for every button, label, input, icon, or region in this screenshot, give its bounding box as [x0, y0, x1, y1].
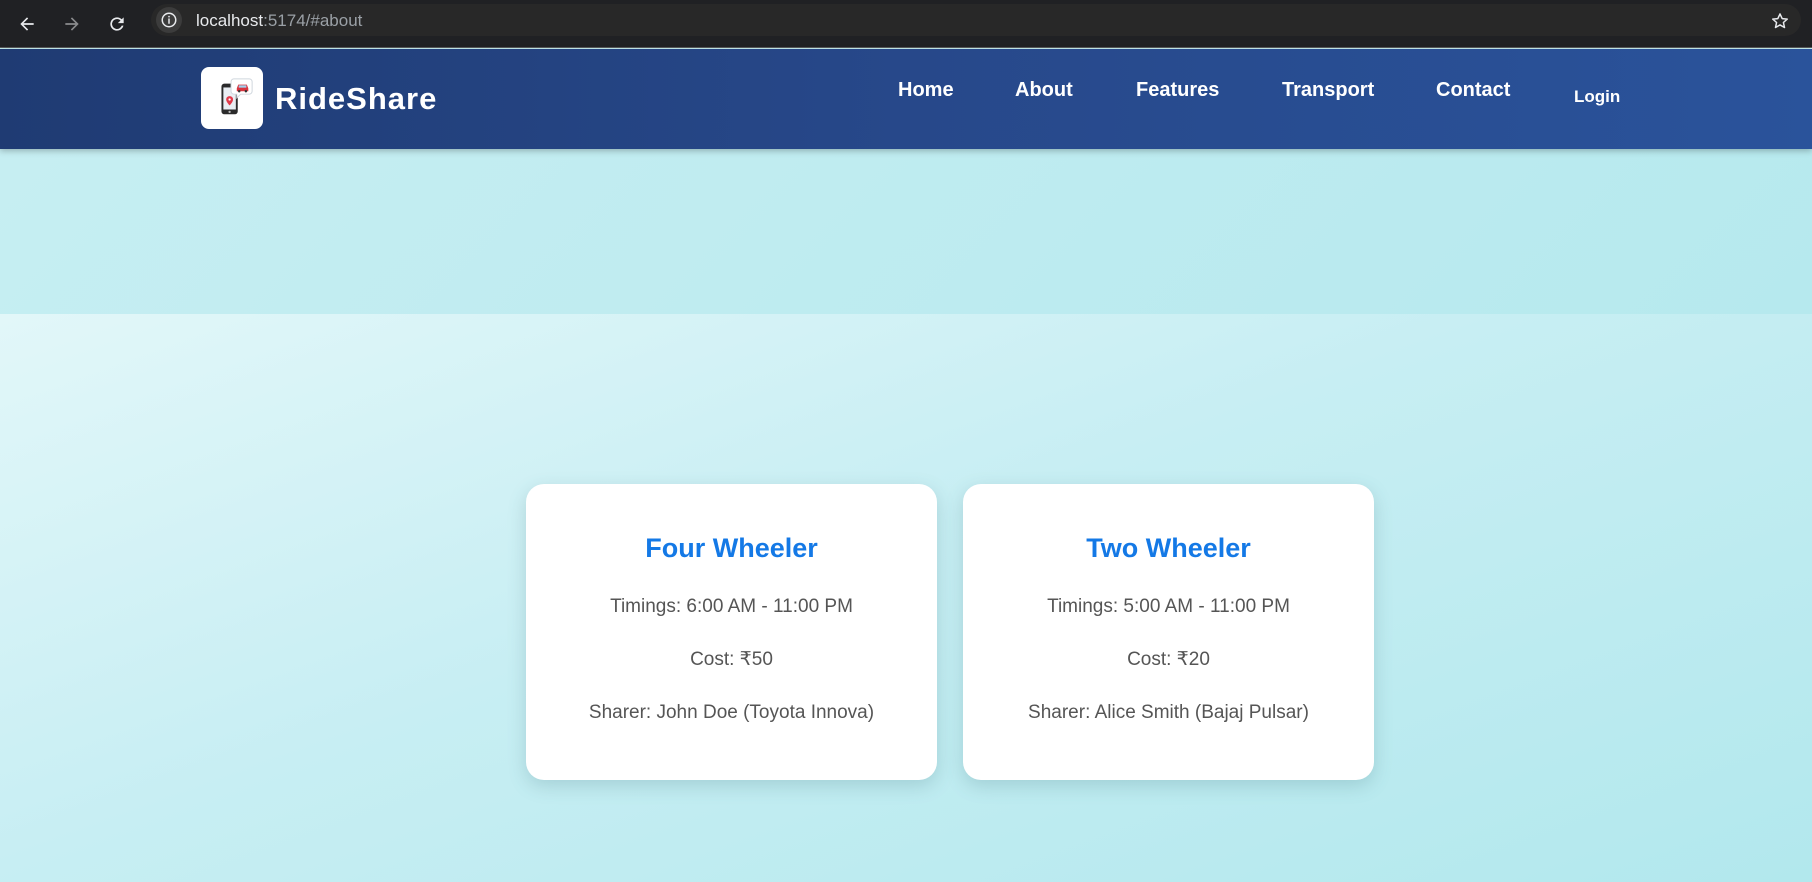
phone-car-location-icon	[221, 78, 253, 115]
url-path: :5174/#about	[263, 11, 363, 30]
brand-name[interactable]: RideShare	[275, 81, 437, 117]
back-button[interactable]	[11, 8, 43, 40]
transport-card-four-wheeler: Four Wheeler Timings: 6:00 AM - 11:00 PM…	[526, 484, 937, 780]
arrow-left-icon	[20, 17, 34, 31]
card-timings: Timings: 5:00 AM - 11:00 PM	[1047, 596, 1290, 617]
nav-contact[interactable]: Contact	[1436, 78, 1510, 102]
nav-transport[interactable]: Transport	[1282, 78, 1374, 102]
card-sharer: Sharer: Alice Smith (Bajaj Pulsar)	[1028, 702, 1309, 723]
card-sharer: Sharer: John Doe (Toyota Innova)	[588, 702, 875, 723]
nav-home[interactable]: Home	[898, 78, 954, 102]
bookmark-button[interactable]	[1769, 10, 1791, 32]
star-icon	[1772, 13, 1788, 29]
card-cost: Cost: ₹50	[690, 649, 773, 670]
browser-toolbar: localhost:5174/#about	[0, 0, 1812, 48]
card-title: Two Wheeler	[1086, 533, 1251, 563]
reload-button[interactable]	[101, 8, 133, 40]
login-link[interactable]: Login	[1574, 87, 1620, 107]
nav-about[interactable]: About	[1015, 78, 1073, 102]
logo[interactable]	[201, 67, 263, 129]
site-info-button[interactable]	[156, 7, 182, 33]
url-text[interactable]: localhost:5174/#about	[196, 11, 362, 31]
site-header: RideShare Home About Features Transport …	[0, 49, 1812, 149]
card-title: Four Wheeler	[645, 533, 818, 563]
address-bar[interactable]: localhost:5174/#about	[151, 4, 1801, 36]
url-host: localhost	[196, 11, 264, 30]
arrow-right-icon	[65, 17, 79, 31]
about-section	[0, 149, 1812, 314]
nav-features[interactable]: Features	[1136, 78, 1219, 102]
forward-button[interactable]	[56, 8, 88, 40]
info-icon	[161, 12, 177, 28]
reload-icon	[110, 17, 124, 31]
card-cost: Cost: ₹20	[1127, 649, 1210, 670]
card-timings: Timings: 6:00 AM - 11:00 PM	[610, 596, 853, 617]
transport-card-two-wheeler: Two Wheeler Timings: 5:00 AM - 11:00 PM …	[963, 484, 1374, 780]
